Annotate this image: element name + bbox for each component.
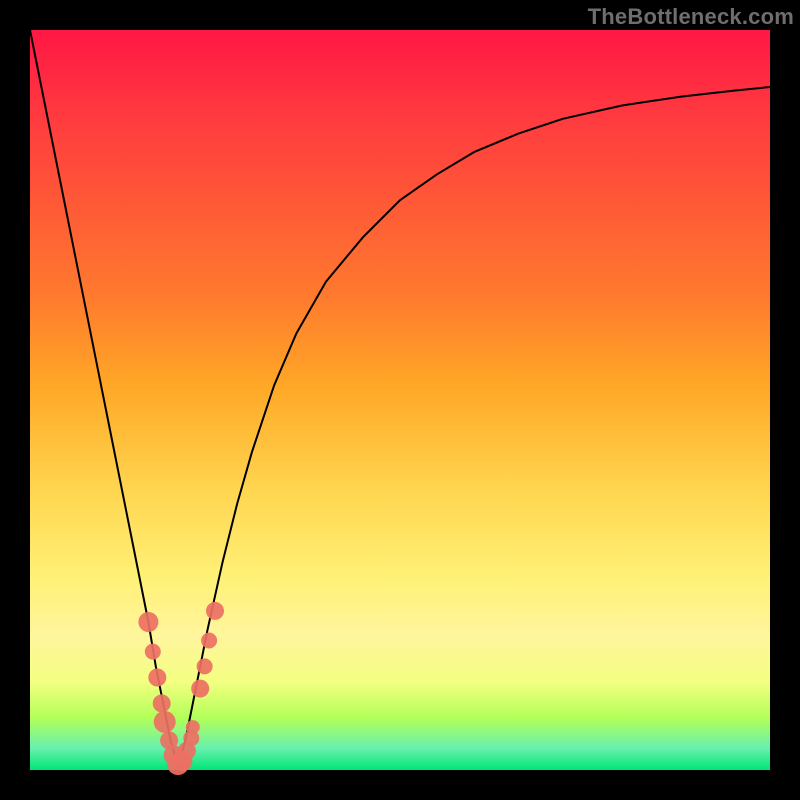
data-marker — [145, 644, 161, 660]
data-marker — [148, 669, 166, 687]
plot-area — [30, 30, 770, 770]
watermark-text: TheBottleneck.com — [588, 4, 794, 30]
bottleneck-curve — [30, 30, 770, 766]
data-marker — [153, 694, 171, 712]
data-marker — [138, 612, 158, 632]
data-marker — [154, 711, 176, 733]
data-marker — [191, 680, 209, 698]
data-marker — [201, 633, 217, 649]
data-marker — [197, 658, 213, 674]
data-markers — [138, 602, 224, 775]
data-marker — [186, 720, 200, 734]
chart-frame: TheBottleneck.com — [0, 0, 800, 800]
data-marker — [206, 602, 224, 620]
chart-svg — [30, 30, 770, 770]
